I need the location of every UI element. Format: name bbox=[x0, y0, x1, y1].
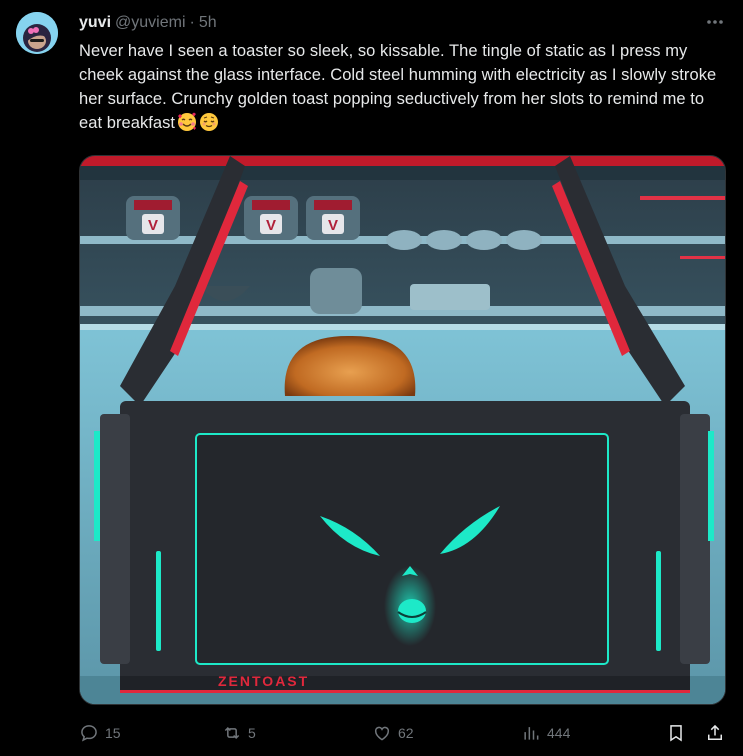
more-icon bbox=[707, 20, 723, 24]
views-button[interactable]: 444 bbox=[521, 720, 570, 746]
analytics-icon bbox=[524, 727, 539, 740]
post-text: Never have I seen a toaster so sleek, so… bbox=[79, 39, 719, 135]
action-bar: 15 5 62 444 bbox=[79, 720, 729, 746]
like-button[interactable]: 62 bbox=[372, 720, 414, 746]
share-icon bbox=[708, 724, 722, 740]
post-body: Never have I seen a toaster so sleek, so… bbox=[79, 42, 717, 132]
reply-icon bbox=[81, 725, 97, 742]
avatar-image bbox=[16, 12, 58, 54]
smiling-face-with-hearts-icon bbox=[177, 112, 197, 132]
reply-button[interactable]: 15 bbox=[79, 720, 121, 746]
author-handle[interactable]: @yuviemi bbox=[115, 14, 185, 32]
bookmark-icon bbox=[670, 725, 682, 742]
jar-label-3: V bbox=[328, 217, 338, 234]
toaster-illustration: V V V ZENTOASТ bbox=[80, 156, 725, 704]
bookmark-button[interactable] bbox=[666, 720, 686, 746]
brand-text: ZENTOASТ bbox=[218, 673, 309, 689]
view-count: 444 bbox=[547, 725, 571, 741]
jar-label-1: V bbox=[148, 217, 158, 234]
avatar[interactable] bbox=[16, 12, 58, 54]
post-media-image[interactable]: V V V ZENTOASТ bbox=[79, 155, 726, 705]
separator-dot: · bbox=[189, 14, 195, 31]
repost-icon bbox=[224, 726, 240, 740]
jar-label-2: V bbox=[266, 217, 276, 234]
share-button[interactable] bbox=[705, 720, 725, 746]
repost-count: 5 bbox=[248, 725, 256, 741]
relieved-face-icon bbox=[199, 112, 219, 132]
repost-button[interactable]: 5 bbox=[222, 720, 256, 746]
like-count: 62 bbox=[398, 725, 414, 741]
post-header: yuvi @yuviemi · 5h bbox=[79, 13, 217, 33]
post-time[interactable]: 5h bbox=[199, 14, 217, 32]
more-options-button[interactable] bbox=[705, 12, 725, 32]
heart-icon bbox=[374, 726, 390, 741]
author-name[interactable]: yuvi bbox=[79, 14, 111, 32]
reply-count: 15 bbox=[105, 725, 121, 741]
